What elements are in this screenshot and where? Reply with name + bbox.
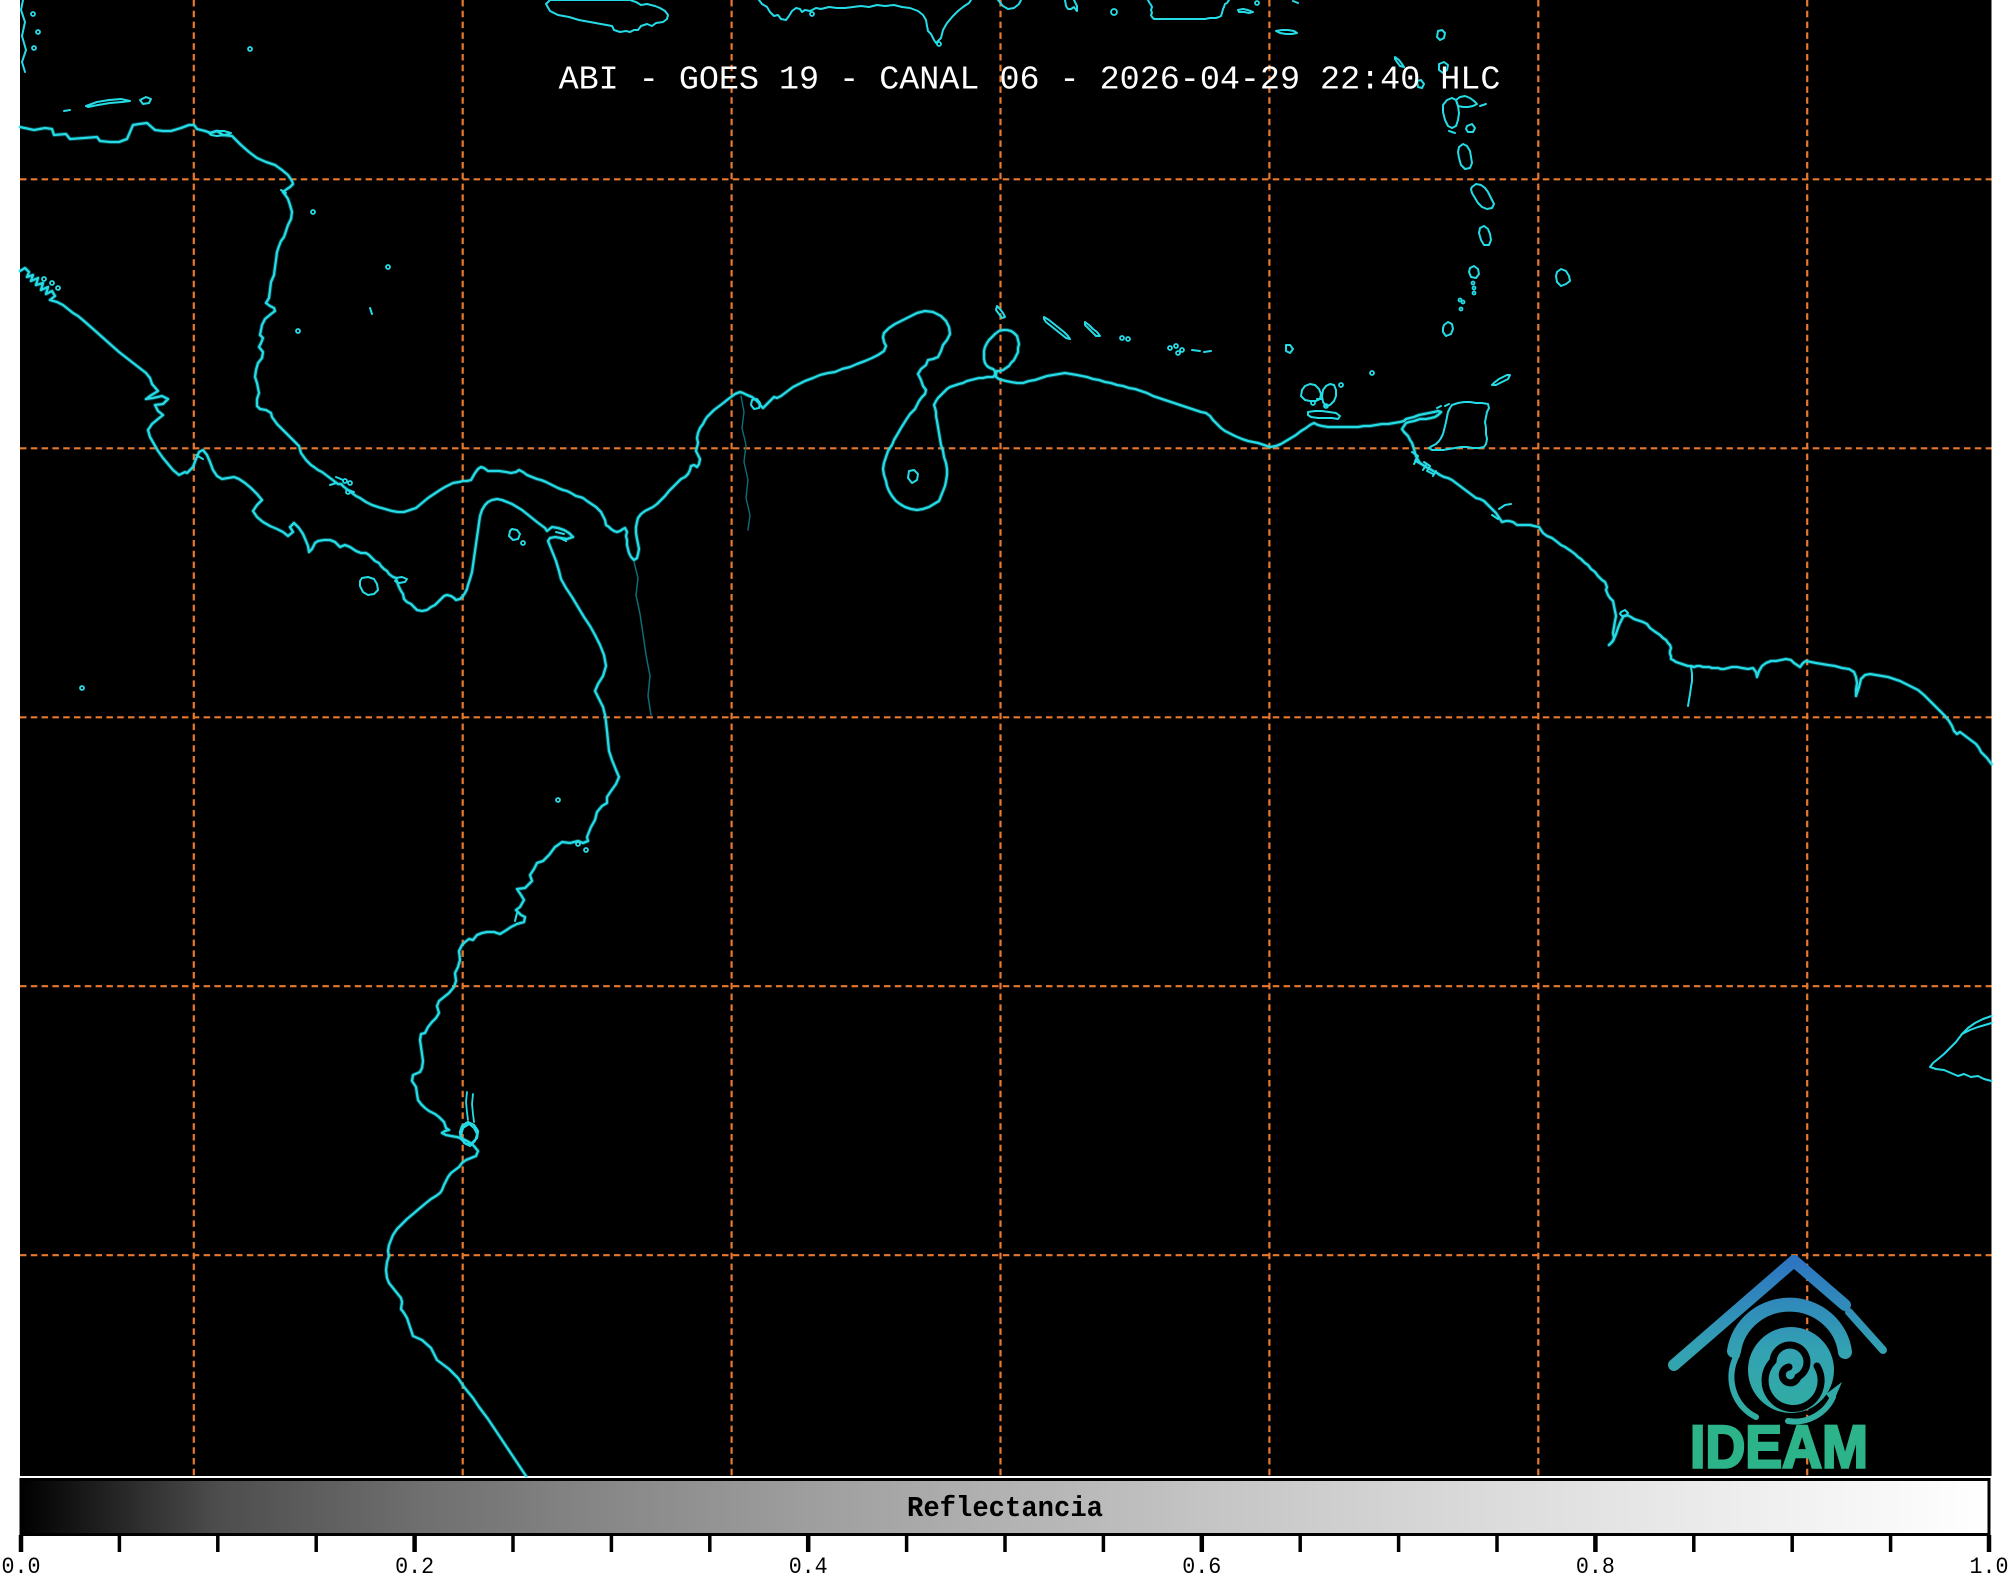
svg-text:0.0: 0.0 — [2, 1554, 41, 1577]
svg-text:Reflectancia: Reflectancia — [907, 1492, 1103, 1525]
svg-text:ABI - GOES 19 - CANAL 06 - 202: ABI - GOES 19 - CANAL 06 - 2026-04-29 22… — [559, 62, 1501, 100]
svg-text:0.4: 0.4 — [789, 1554, 828, 1577]
svg-text:IDEAM: IDEAM — [1690, 1414, 1868, 1481]
svg-text:1.0: 1.0 — [1970, 1554, 2009, 1577]
svg-text:0.6: 0.6 — [1182, 1554, 1221, 1577]
svg-text:0.2: 0.2 — [395, 1554, 434, 1577]
svg-text:0.8: 0.8 — [1576, 1554, 1615, 1577]
